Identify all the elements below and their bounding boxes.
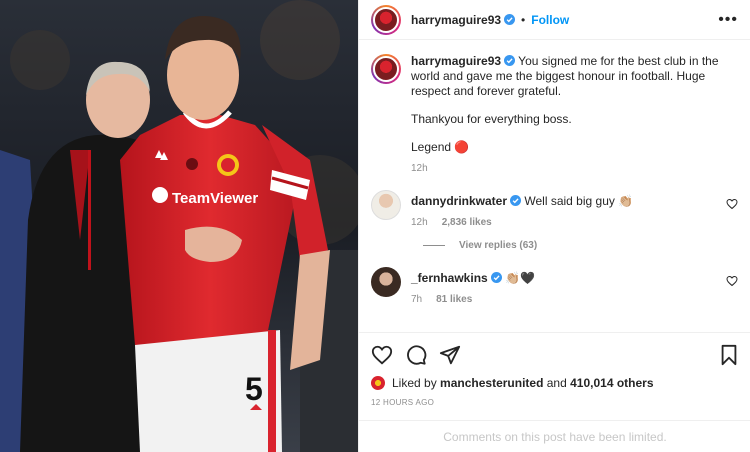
post-actions: Liked by manchesterunited and 410,014 ot… [359, 332, 750, 407]
comment-time[interactable]: 7h [411, 294, 422, 305]
shirt-number-text: 5 [245, 371, 263, 407]
caption-line-2: Thankyou for everything boss. [411, 112, 572, 126]
comment-text: Well said big guy 👏🏼 [524, 194, 634, 208]
verified-badge-icon [504, 55, 516, 66]
likes-count[interactable]: 410,014 others [570, 376, 653, 390]
commenter-username[interactable]: _fernhawkins [411, 271, 488, 285]
action-icons [371, 343, 739, 367]
post-header: harrymaguire93 • Follow ••• [359, 0, 750, 40]
likes-middle: and [546, 376, 567, 390]
comments-section[interactable]: harrymaguire93 You signed me for the bes… [359, 40, 750, 328]
commenter-avatar[interactable] [371, 267, 401, 297]
share-paper-plane-icon[interactable] [439, 344, 461, 366]
like-comment-heart-icon[interactable] [726, 198, 738, 210]
liker-username[interactable]: manchesterunited [440, 376, 543, 390]
caption-avatar[interactable] [371, 54, 401, 84]
caption-username[interactable]: harrymaguire93 [411, 54, 501, 68]
likes-summary[interactable]: Liked by manchesterunited and 410,014 ot… [371, 376, 739, 390]
kit-sponsor-text: TeamViewer [172, 190, 258, 207]
commenter-avatar[interactable] [371, 190, 401, 220]
view-replies-button[interactable]: View replies (63) [423, 240, 738, 251]
photo-illustration: TeamViewer 5 [0, 0, 358, 452]
view-replies-label: View replies (63) [459, 240, 538, 251]
comment-row: dannydrinkwater Well said big guy 👏🏼 12h… [371, 190, 738, 228]
commenter-username[interactable]: dannydrinkwater [411, 194, 507, 208]
post-timestamp[interactable]: 12 HOURS AGO [371, 398, 739, 407]
caption-time[interactable]: 12h [411, 163, 738, 174]
comment-bubble-icon[interactable] [405, 344, 427, 366]
separator-dot: • [521, 12, 526, 27]
comment-row: _fernhawkins 👏🏼🖤 7h 81 likes [371, 267, 738, 305]
instagram-post: TeamViewer 5 harrymaguire93 • Follow ••• [0, 0, 750, 452]
verified-badge-icon [510, 195, 522, 206]
follow-button[interactable]: Follow [531, 13, 569, 27]
post-photo[interactable]: TeamViewer 5 [0, 0, 358, 452]
caption-text: harrymaguire93 You signed me for the bes… [411, 54, 738, 155]
comments-limited-notice: Comments on this post have been limited. [359, 420, 750, 452]
comment-text: 👏🏼🖤 [505, 271, 535, 285]
view-replies-line [423, 245, 445, 246]
liker-avatar[interactable] [371, 376, 385, 390]
verified-badge-icon [504, 14, 516, 25]
caption-row: harrymaguire93 You signed me for the bes… [371, 54, 738, 174]
author-avatar[interactable] [371, 4, 401, 35]
author-username[interactable]: harrymaguire93 [411, 13, 501, 27]
comment-likes[interactable]: 2,836 likes [442, 217, 492, 228]
verified-badge-icon [490, 272, 502, 283]
like-comment-heart-icon[interactable] [726, 275, 738, 287]
comment-likes[interactable]: 81 likes [436, 294, 472, 305]
caption-line-3: Legend 🔴 [411, 140, 470, 154]
more-options-icon[interactable]: ••• [718, 11, 738, 29]
like-heart-icon[interactable] [371, 344, 393, 366]
comment-time[interactable]: 12h [411, 217, 428, 228]
bookmark-icon[interactable] [719, 344, 739, 366]
likes-prefix: Liked by [392, 376, 437, 390]
post-panel: harrymaguire93 • Follow ••• harrymaguire… [358, 0, 750, 452]
